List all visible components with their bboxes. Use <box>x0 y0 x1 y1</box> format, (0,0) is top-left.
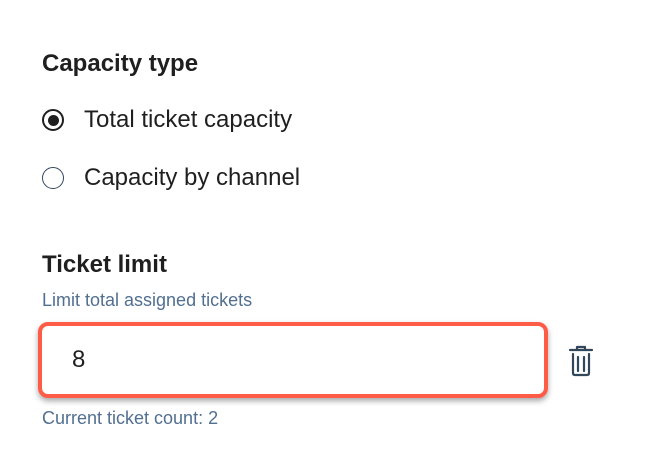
radio-total-ticket-capacity-label: Total ticket capacity <box>84 106 293 133</box>
radio-selected-indicator[interactable] <box>42 109 64 131</box>
radio-total-ticket-capacity[interactable]: Total ticket capacity <box>42 106 292 134</box>
ticket-limit-heading: Ticket limit <box>42 251 167 278</box>
radio-capacity-by-channel-label: Capacity by channel <box>84 164 301 191</box>
ticket-limit-helper-text: Limit total assigned tickets <box>42 290 253 310</box>
radio-capacity-by-channel[interactable]: Capacity by channel <box>42 164 300 192</box>
trash-icon <box>568 345 594 377</box>
current-ticket-count: Current ticket count: 2 <box>42 408 219 428</box>
ticket-limit-input[interactable] <box>42 326 544 394</box>
delete-limit-button[interactable] <box>566 344 596 378</box>
ticket-limit-input-container <box>38 322 548 398</box>
radio-unselected-indicator[interactable] <box>42 167 64 189</box>
capacity-type-heading: Capacity type <box>42 50 199 77</box>
